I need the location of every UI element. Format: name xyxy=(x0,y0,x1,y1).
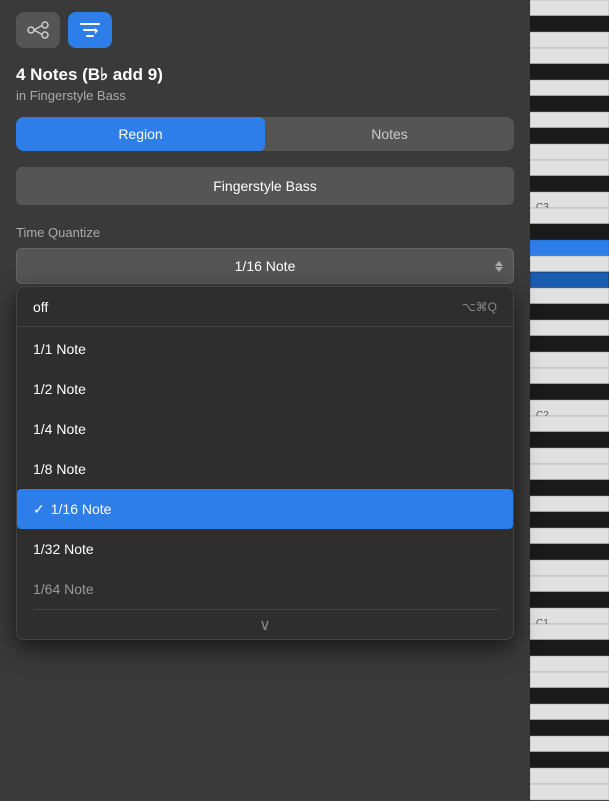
scroll-down-button[interactable]: ∨ xyxy=(33,609,497,639)
dropdown-arrows-icon xyxy=(495,261,503,272)
dropdown-item-1-1[interactable]: 1/1 Note xyxy=(17,329,513,369)
dropdown-item-1-16[interactable]: ✓1/16 Note xyxy=(17,489,513,529)
dropdown-item-off[interactable]: off ⌥⌘Q xyxy=(17,287,513,327)
toolbar xyxy=(0,0,530,58)
notes-title: 4 Notes (B♭ add 9) xyxy=(16,64,514,86)
time-quantize-label: Time Quantize xyxy=(0,225,530,248)
right-panel: C3 C2 xyxy=(530,0,609,801)
dropdown-menu: off ⌥⌘Q 1/1 Note 1/2 Note 1/4 Note 1/8 N… xyxy=(16,286,514,640)
piano-container: C3 C2 xyxy=(530,0,609,801)
dropdown-current-value[interactable]: 1/16 Note xyxy=(16,248,514,284)
tabs-container: Region Notes xyxy=(16,117,514,151)
notes-subtitle: in Fingerstyle Bass xyxy=(16,88,514,103)
dropdown-item-1-32[interactable]: 1/32 Note xyxy=(17,529,513,569)
dropdown-item-1-4[interactable]: 1/4 Note xyxy=(17,409,513,449)
tab-notes[interactable]: Notes xyxy=(265,117,514,151)
left-panel: 4 Notes (B♭ add 9) in Fingerstyle Bass R… xyxy=(0,0,530,801)
info-section: 4 Notes (B♭ add 9) in Fingerstyle Bass xyxy=(0,58,530,117)
dropdown-item-1-8[interactable]: 1/8 Note xyxy=(17,449,513,489)
piano-keys-svg: C3 C2 xyxy=(530,0,609,801)
routing-button[interactable] xyxy=(16,12,60,48)
region-name-button[interactable]: Fingerstyle Bass xyxy=(16,167,514,205)
dropdown-item-1-64[interactable]: 1/64 Note xyxy=(17,569,513,609)
filter-button[interactable] xyxy=(68,12,112,48)
tab-region[interactable]: Region xyxy=(16,117,265,151)
dropdown-item-1-2[interactable]: 1/2 Note xyxy=(17,369,513,409)
time-quantize-dropdown[interactable]: 1/16 Note off ⌥⌘Q 1/1 Note 1/2 Note xyxy=(16,248,514,284)
